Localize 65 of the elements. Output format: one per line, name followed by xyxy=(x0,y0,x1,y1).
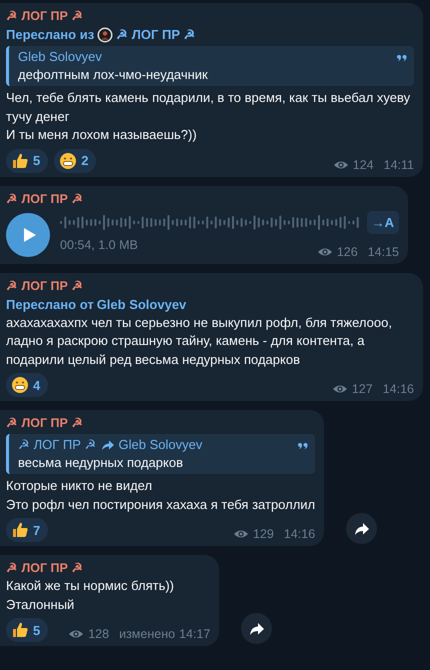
forward-arrow-icon xyxy=(100,439,115,451)
quote-mark-icon xyxy=(298,441,308,449)
sender-name: ☭ ЛОГ ПР ☭ xyxy=(6,278,84,294)
thumbs-up-icon xyxy=(11,521,29,539)
edited-label: изменено xyxy=(119,627,176,641)
message-text: Которые никто не видел xyxy=(6,477,154,495)
reaction-chip[interactable]: 4 xyxy=(6,373,48,397)
transcribe-button[interactable]: →A xyxy=(366,210,399,234)
reaction-count: 2 xyxy=(81,153,88,168)
message-text: Чел, тебе блять камень подарили, в то время, как ты вьебал хуеву тучу денег xyxy=(6,89,412,126)
share-arrow-icon xyxy=(354,522,370,536)
message-time: 14:15 xyxy=(368,244,399,258)
thumbs-up-icon xyxy=(11,152,29,170)
view-count: 124 xyxy=(352,158,374,172)
quote-author: Gleb Solovyev xyxy=(18,48,102,66)
sender-name: ☭ ЛОГ ПР ☭ xyxy=(6,8,84,25)
reaction-chip[interactable]: 2 xyxy=(54,148,96,172)
message-text: Какой же ты нормис блять)) xyxy=(6,577,176,595)
reaction-count: 7 xyxy=(33,522,40,538)
views-icon xyxy=(233,528,249,540)
reaction-chip[interactable]: 5 xyxy=(6,618,48,642)
message-time: 14:16 xyxy=(284,527,316,541)
reaction-chip[interactable]: 7 xyxy=(6,518,48,542)
message-text: Эталонный xyxy=(6,596,76,614)
share-arrow-icon xyxy=(248,622,265,636)
play-button[interactable] xyxy=(6,213,50,257)
grinning-face-icon xyxy=(11,376,29,394)
share-button[interactable] xyxy=(346,513,378,544)
view-count: 129 xyxy=(253,527,274,541)
forward-source: ☭ ЛОГ ПР ☭ xyxy=(116,26,196,44)
play-icon xyxy=(23,227,37,243)
view-count: 126 xyxy=(336,244,358,258)
reaction-chip[interactable]: 5 xyxy=(6,148,48,172)
message-time: 14:17 xyxy=(179,627,210,641)
forward-source: Gleb Solovyev xyxy=(96,296,186,314)
quote-text: весьма недурных подарков xyxy=(18,454,184,472)
forward-label: Переслано от xyxy=(6,296,94,314)
views-icon xyxy=(332,383,348,395)
quote-text: дефолтным лох-чмо-неудачник xyxy=(18,66,209,84)
reaction-count: 5 xyxy=(33,153,40,168)
views-icon xyxy=(68,628,84,640)
reaction-count: 5 xyxy=(33,622,40,638)
quote-source: Gleb Solovyev xyxy=(118,436,202,454)
reply-quote[interactable]: Gleb Solovyev дефолтным лох-чмо-неудачник xyxy=(6,46,414,86)
message-text: Это рофл чел постирония хахаха я тебя затроллил xyxy=(6,496,316,514)
voice-duration: 00:54, 1.0 MB xyxy=(60,238,138,252)
views-icon xyxy=(332,158,349,170)
reaction-count: 4 xyxy=(33,378,40,392)
message-text: И ты меня лохом называешь?)) xyxy=(6,126,198,144)
reply-quote[interactable]: ☭ ЛОГ ПР ☭ Gleb Solovyev весьма недурных подарков xyxy=(6,434,316,474)
thumbs-up-icon xyxy=(11,621,29,639)
quote-author: ☭ ЛОГ ПР ☭ xyxy=(18,436,97,454)
sender-name: ☭ ЛОГ ПР ☭ xyxy=(6,190,84,208)
view-count: 127 xyxy=(352,382,373,396)
message-time: 14:16 xyxy=(382,382,414,396)
message-time: 14:11 xyxy=(384,158,414,172)
sender-name: ☭ ЛОГ ПР ☭ xyxy=(6,415,84,432)
share-button[interactable] xyxy=(241,613,272,644)
message-text: ахахахахахпх чел ты серьезно не выкупил рофл, бля тяжелооо, ладно я раскрою страшную тайну, камень - для контента, а подарили целый ред весьма недурных подарков xyxy=(6,314,393,369)
views-icon xyxy=(316,246,333,258)
quote-mark-icon xyxy=(397,53,407,61)
sender-name: ☭ ЛОГ ПР ☭ xyxy=(6,560,84,577)
grinning-face-icon xyxy=(59,152,78,170)
forward-label: Переслано из xyxy=(6,26,94,44)
view-count: 128 xyxy=(88,627,110,641)
